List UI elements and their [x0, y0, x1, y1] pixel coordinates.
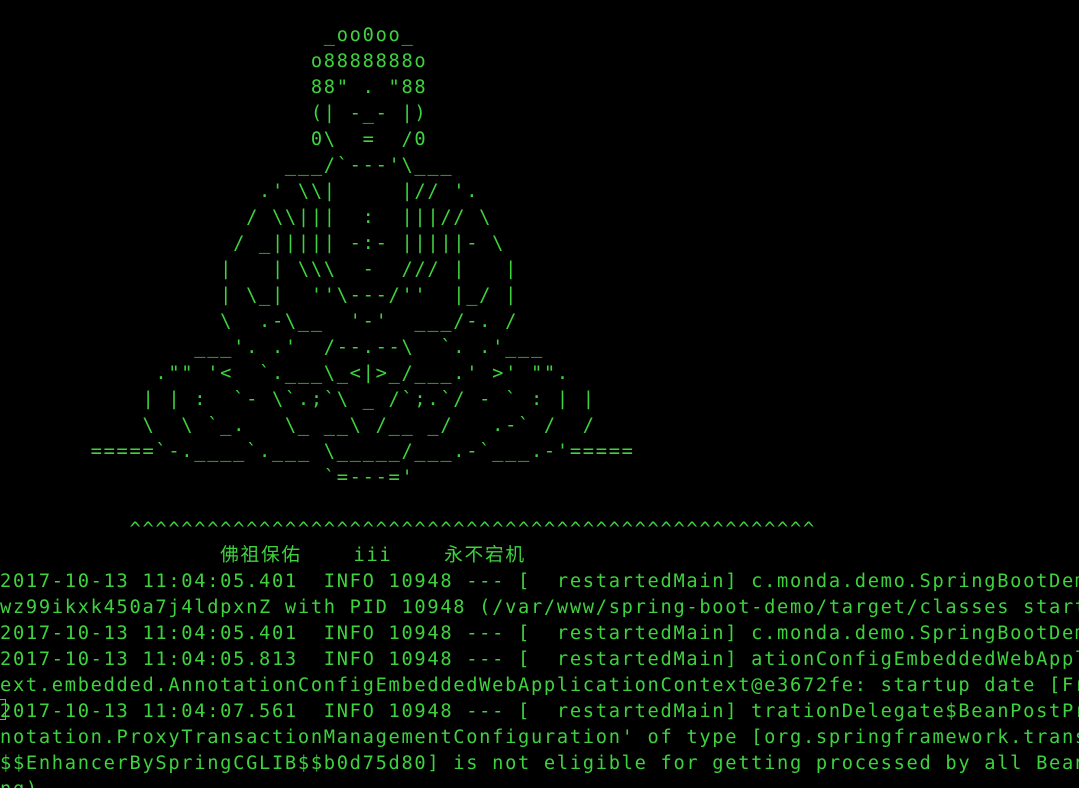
log-line: ext.embedded.AnnotationConfigEmbeddedWeb…	[0, 675, 1079, 696]
banner-line: ___'. .' /--.--\ `. .'___	[0, 337, 544, 358]
banner-blessing: 佛祖保佑 iii 永不宕机	[0, 545, 526, 566]
banner-line: | | \\\ - /// | |	[0, 259, 519, 280]
banner-line: o8888888o	[0, 51, 428, 72]
banner-line: ."" '< `.___\_<|>_/___.' >' "".	[0, 363, 570, 384]
log-line: 2017-10-13 11:04:05.401 INFO 10948 --- […	[0, 571, 1079, 592]
text-cursor	[0, 699, 6, 720]
log-line: 2017-10-13 11:04:05.401 INFO 10948 --- […	[0, 623, 1079, 644]
log-line: ng)	[0, 777, 1079, 788]
terminal-output: _oo0oo_ o8888888o 88" . "88 (| -_- |) 0\…	[0, 23, 1079, 788]
terminal-window[interactable]: _oo0oo_ o8888888o 88" . "88 (| -_- |) 0\…	[0, 0, 1079, 788]
banner-line: .' \\| |// '.	[0, 181, 480, 202]
banner-line: ___/`---'\___	[0, 155, 454, 176]
log-line: notation.ProxyTransactionManagementConfi…	[0, 727, 1079, 748]
log-line: 2017-10-13 11:04:05.813 INFO 10948 --- […	[0, 649, 1079, 670]
banner-line: `=---='	[0, 467, 415, 488]
log-line: wz99ikxk450a7j4ldpxnZ with PID 10948 (/v…	[0, 597, 1079, 618]
log-line: 2017-10-13 11:04:07.561 INFO 10948 --- […	[0, 701, 1079, 722]
banner-line	[0, 491, 1079, 517]
banner-line: 0\ = /0	[0, 129, 428, 150]
banner-line: 88" . "88	[0, 77, 428, 98]
banner-line: =====`-.____`.___ \_____/___.-`___.-'===…	[0, 441, 635, 462]
banner-line: _oo0oo_	[0, 25, 415, 46]
banner-line: | | : `- \`.;`\ _ /`;.`/ - ` : | |	[0, 389, 596, 410]
banner-line: \ .-\__ '-' ___/-. /	[0, 311, 519, 332]
log-line: $$EnhancerBySpringCGLIB$$b0d75d80] is no…	[0, 753, 1079, 774]
banner-line: (| -_- |)	[0, 103, 428, 124]
banner-line: / \\||| : |||// \	[0, 207, 493, 228]
banner-line: | \_| ''\---/'' |_/ |	[0, 285, 519, 306]
banner-line: / _||||| -:- |||||- \	[0, 233, 506, 254]
banner-separator: ^^^^^^^^^^^^^^^^^^^^^^^^^^^^^^^^^^^^^^^^…	[0, 519, 816, 540]
banner-line: \ \ `_. \_ __\ /__ _/ .-` / /	[0, 415, 596, 436]
